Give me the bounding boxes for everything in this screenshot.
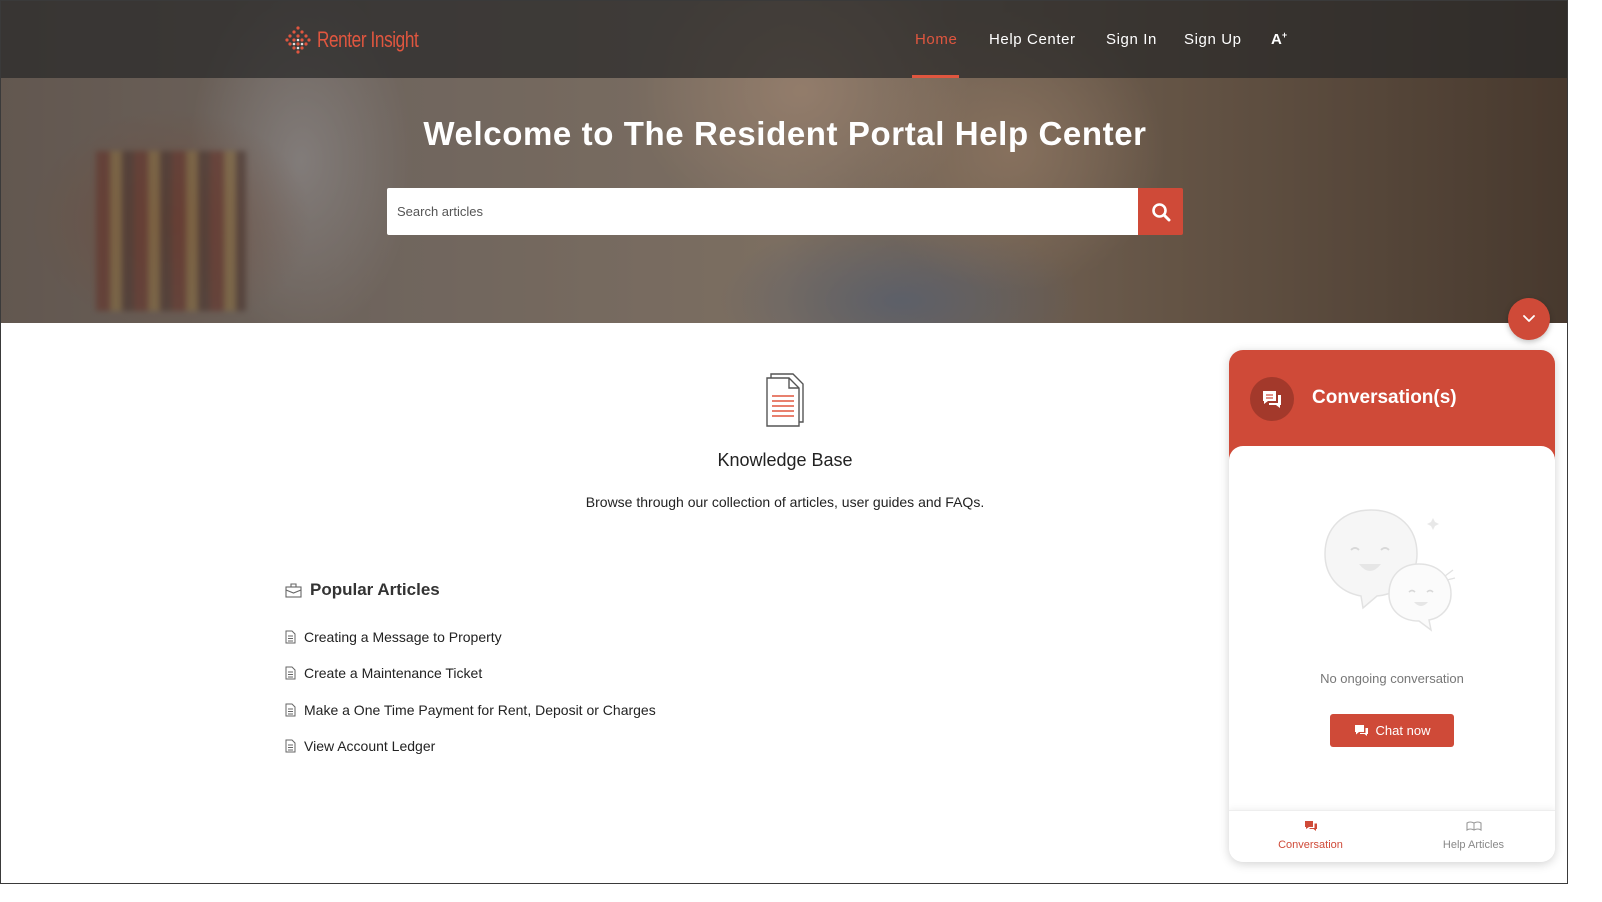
tab-conversation[interactable]: Conversation (1229, 819, 1392, 851)
tab-help-articles[interactable]: Help Articles (1392, 819, 1555, 851)
nav-sign-up[interactable]: Sign Up (1184, 31, 1242, 48)
article-link[interactable]: Make a One Time Payment for Rent, Deposi… (285, 702, 656, 718)
article-icon (285, 739, 296, 753)
chat-title: Conversation(s) (1312, 387, 1457, 408)
article-title[interactable]: Make a One Time Payment for Rent, Deposi… (304, 702, 656, 718)
font-size-plus-icon: + (1281, 30, 1288, 40)
search-button[interactable] (1138, 188, 1183, 235)
book-icon (1465, 821, 1482, 832)
article-title[interactable]: View Account Ledger (304, 738, 435, 754)
logo-mark-icon (285, 26, 311, 54)
tab-help-articles-label: Help Articles (1442, 839, 1505, 851)
nav-sign-in[interactable]: Sign In (1106, 31, 1157, 48)
briefcase-icon (285, 582, 302, 598)
article-link[interactable]: Create a Maintenance Ticket (285, 665, 482, 681)
article-link[interactable]: Creating a Message to Property (285, 629, 502, 645)
article-title[interactable]: Creating a Message to Property (304, 629, 502, 645)
chat-header: Conversation(s) (1229, 350, 1555, 460)
nav-help-center[interactable]: Help Center (989, 31, 1076, 48)
empty-conversation-illustration-icon (1324, 509, 1456, 632)
conversation-icon (1263, 391, 1281, 408)
article-icon (285, 630, 296, 644)
chat-now-button[interactable]: Chat now (1330, 714, 1454, 747)
hero-banner: Renter Insight Home Help Center Sign In … (1, 1, 1567, 323)
search-bar (387, 188, 1183, 235)
hero-title: Welcome to The Resident Portal Help Cent… (423, 115, 1147, 152)
chat-bubbles-icon (1304, 821, 1317, 831)
chat-widget: Conversation(s) No ongoing conversation (1229, 350, 1555, 862)
empty-conversation-text: No ongoing conversation (1320, 671, 1464, 686)
article-icon (285, 666, 296, 680)
nav-active-indicator (912, 75, 959, 78)
document-icon[interactable] (763, 370, 809, 428)
search-input[interactable] (387, 188, 1138, 235)
chat-body: No ongoing conversation Chat now (1229, 446, 1555, 810)
nav-home[interactable]: Home (915, 31, 957, 48)
article-link[interactable]: View Account Ledger (285, 738, 435, 754)
chevron-down-icon (1523, 315, 1535, 322)
chat-footer-tabs: Conversation Help Articles (1229, 810, 1555, 862)
top-navbar: Renter Insight Home Help Center Sign In … (1, 1, 1567, 78)
brand-logo[interactable]: Renter Insight (285, 25, 447, 55)
brand-name: Renter Insight (317, 27, 419, 52)
font-size-icon[interactable]: A+ (1271, 30, 1287, 48)
popular-articles-header: Popular Articles (285, 580, 440, 600)
chat-collapse-button[interactable] (1508, 298, 1550, 340)
chat-header-icon-wrap (1250, 377, 1294, 421)
chat-now-label: Chat now (1375, 723, 1431, 738)
popular-articles-title: Popular Articles (310, 580, 440, 599)
search-icon (1151, 202, 1170, 221)
page-frame: Renter Insight Home Help Center Sign In … (0, 0, 1568, 884)
font-size-label: A (1271, 31, 1282, 48)
tab-conversation-label: Conversation (1278, 839, 1343, 851)
article-title[interactable]: Create a Maintenance Ticket (304, 665, 482, 681)
chat-bubble-icon (1354, 725, 1368, 736)
article-icon (285, 703, 296, 717)
